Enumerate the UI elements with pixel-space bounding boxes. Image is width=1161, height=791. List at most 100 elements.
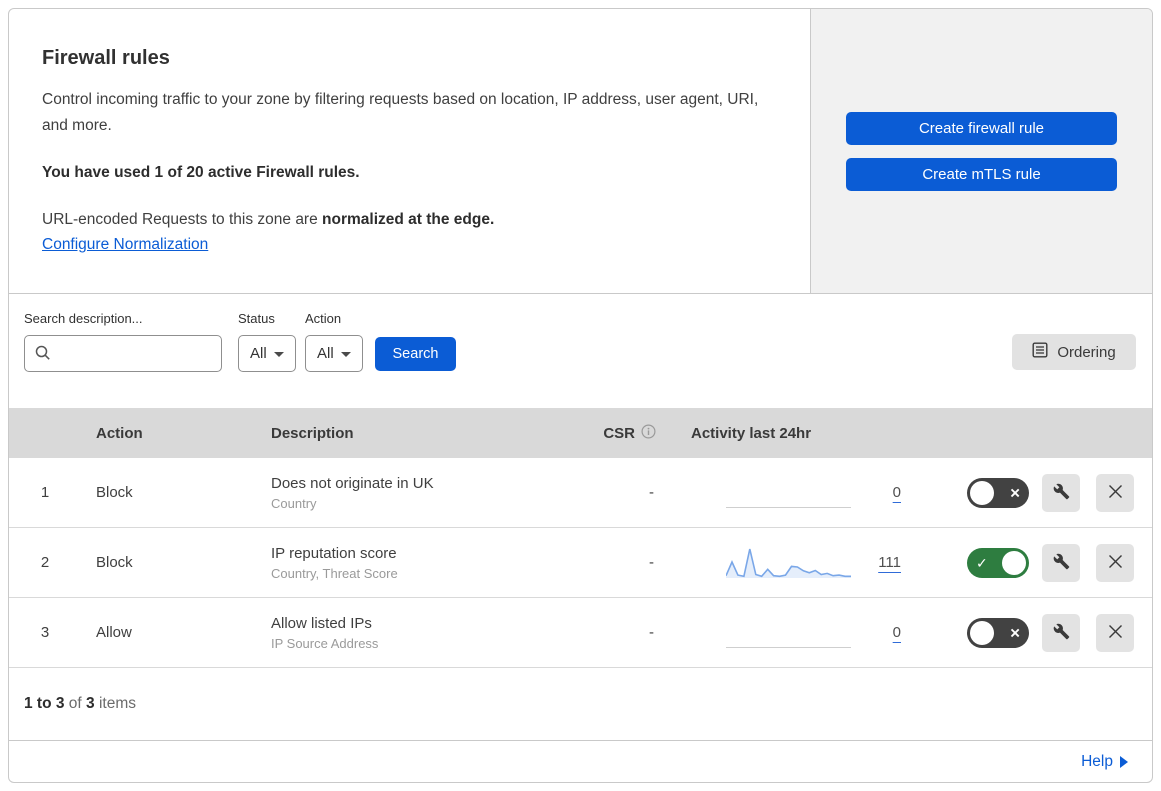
col-activity: Activity last 24hr — [691, 424, 812, 442]
ordering-label: Ordering — [1057, 343, 1116, 361]
rule-description-title[interactable]: IP reputation score — [271, 545, 589, 562]
table-row: 3 Allow Allow listed IPs IP Source Addre… — [9, 598, 1152, 668]
status-value: All — [250, 345, 267, 362]
normalization-prefix: URL-encoded Requests to this zone are — [42, 211, 323, 229]
rule-activity: 0 — [666, 458, 914, 527]
action-filter-group: Action All — [305, 311, 363, 372]
wrench-icon — [1053, 483, 1070, 503]
delete-rule-button[interactable] — [1096, 543, 1134, 582]
ordering-button[interactable]: Ordering — [1012, 334, 1136, 370]
rule-criteria: Country — [271, 495, 317, 511]
delete-rule-button[interactable] — [1096, 473, 1134, 512]
status-filter-group: Status All — [238, 311, 296, 372]
rule-csr: - — [649, 624, 654, 641]
status-dropdown[interactable]: All — [238, 335, 296, 372]
rule-csr: - — [649, 554, 654, 571]
close-icon — [1108, 554, 1123, 572]
rule-activity: 111 — [666, 528, 914, 597]
check-icon: ✓ — [976, 554, 988, 571]
close-icon — [1108, 484, 1123, 502]
normalization-bold: normalized at the edge. — [322, 211, 495, 229]
rule-description: Does not originate in UK Country — [256, 475, 589, 511]
close-icon — [1108, 624, 1123, 642]
search-label: Search description... — [24, 311, 143, 326]
toggle-knob — [970, 480, 994, 505]
edit-rule-button[interactable] — [1042, 613, 1080, 652]
chevron-down-icon — [273, 352, 284, 357]
filter-bar: Search description... Status All Action … — [9, 294, 1152, 408]
rule-criteria: IP Source Address — [271, 635, 379, 651]
table-row: 2 Block IP reputation score Country, Thr… — [9, 528, 1152, 598]
search-input[interactable] — [24, 335, 222, 372]
rule-description: IP reputation score Country, Threat Scor… — [256, 545, 589, 581]
rule-activity: 0 — [666, 598, 914, 667]
page-description: Control incoming traffic to your zone by… — [42, 91, 759, 135]
search-button[interactable]: Search — [375, 337, 456, 371]
pagination-range: 1 to 3 — [24, 695, 65, 712]
csr-label: CSR — [603, 424, 635, 442]
activity-count-link[interactable]: 0 — [893, 484, 901, 501]
x-icon: × — [1010, 483, 1020, 502]
edit-rule-button[interactable] — [1042, 543, 1080, 582]
pagination-summary: 1 to 3 of 3 items — [9, 668, 1152, 741]
wrench-icon — [1053, 623, 1070, 643]
normalization-text: URL-encoded Requests to this zone are no… — [42, 211, 770, 229]
help-row: Help — [9, 741, 1152, 782]
col-action: Action — [96, 424, 143, 442]
rule-number: 2 — [40, 554, 50, 571]
search-group: Search description... — [24, 311, 222, 372]
search-box — [24, 335, 222, 372]
pagination-of: of — [64, 695, 87, 712]
firewall-rules-card: Firewall rules Control incoming traffic … — [8, 8, 1153, 783]
rule-description: Allow listed IPs IP Source Address — [256, 615, 589, 651]
rule-number: 3 — [40, 624, 50, 641]
page-title: Firewall rules — [42, 47, 170, 69]
hero-section: Firewall rules Control incoming traffic … — [9, 9, 1152, 294]
activity-sparkline — [725, 546, 851, 580]
rule-action: Block — [96, 554, 133, 571]
info-icon[interactable] — [641, 423, 656, 443]
col-description: Description — [271, 424, 354, 442]
rule-controls: ✓ × — [914, 458, 1152, 527]
x-icon: × — [1010, 623, 1020, 642]
rule-description-title[interactable]: Allow listed IPs — [271, 615, 589, 632]
pagination-total: 3 — [86, 695, 95, 712]
edit-rule-button[interactable] — [1042, 473, 1080, 512]
rule-controls: ✓ × — [914, 528, 1152, 597]
toggle-knob — [1002, 550, 1026, 575]
list-icon — [1032, 342, 1048, 362]
usage-notice: You have used 1 of 20 active Firewall ru… — [42, 164, 360, 182]
delete-rule-button[interactable] — [1096, 613, 1134, 652]
configure-normalization-link[interactable]: Configure Normalization — [42, 236, 208, 253]
activity-count-link[interactable]: 111 — [878, 554, 901, 571]
action-label: Action — [305, 311, 342, 326]
enable-toggle[interactable]: ✓ × — [967, 617, 1029, 648]
create-mtls-rule-button[interactable]: Create mTLS rule — [846, 158, 1117, 191]
help-label: Help — [1081, 753, 1113, 770]
action-value: All — [317, 345, 334, 362]
col-csr: CSR — [589, 423, 666, 443]
wrench-icon — [1053, 553, 1070, 573]
enable-toggle[interactable]: ✓ × — [967, 477, 1029, 508]
create-firewall-rule-button[interactable]: Create firewall rule — [846, 112, 1117, 145]
table-header: Action Description CSR Activity last 24h… — [9, 408, 1152, 458]
toggle-knob — [970, 620, 994, 645]
activity-count-link[interactable]: 0 — [893, 624, 901, 641]
activity-sparkline — [726, 616, 851, 650]
hero-action-panel: Create firewall rule Create mTLS rule — [811, 9, 1152, 293]
rule-criteria: Country, Threat Score — [271, 565, 398, 581]
rule-action: Allow — [96, 624, 132, 641]
chevron-down-icon — [340, 352, 351, 357]
enable-toggle[interactable]: ✓ × — [967, 547, 1029, 578]
hero-text-panel: Firewall rules Control incoming traffic … — [9, 9, 811, 293]
rule-csr: - — [649, 484, 654, 501]
pagination-items: items — [94, 695, 136, 712]
action-dropdown[interactable]: All — [305, 335, 363, 372]
table-row: 1 Block Does not originate in UK Country… — [9, 458, 1152, 528]
status-label: Status — [238, 311, 275, 326]
rule-action: Block — [96, 484, 133, 501]
help-link[interactable]: Help — [1081, 753, 1128, 771]
arrow-right-icon — [1120, 756, 1128, 768]
activity-sparkline — [726, 476, 851, 510]
rule-description-title[interactable]: Does not originate in UK — [271, 475, 589, 492]
